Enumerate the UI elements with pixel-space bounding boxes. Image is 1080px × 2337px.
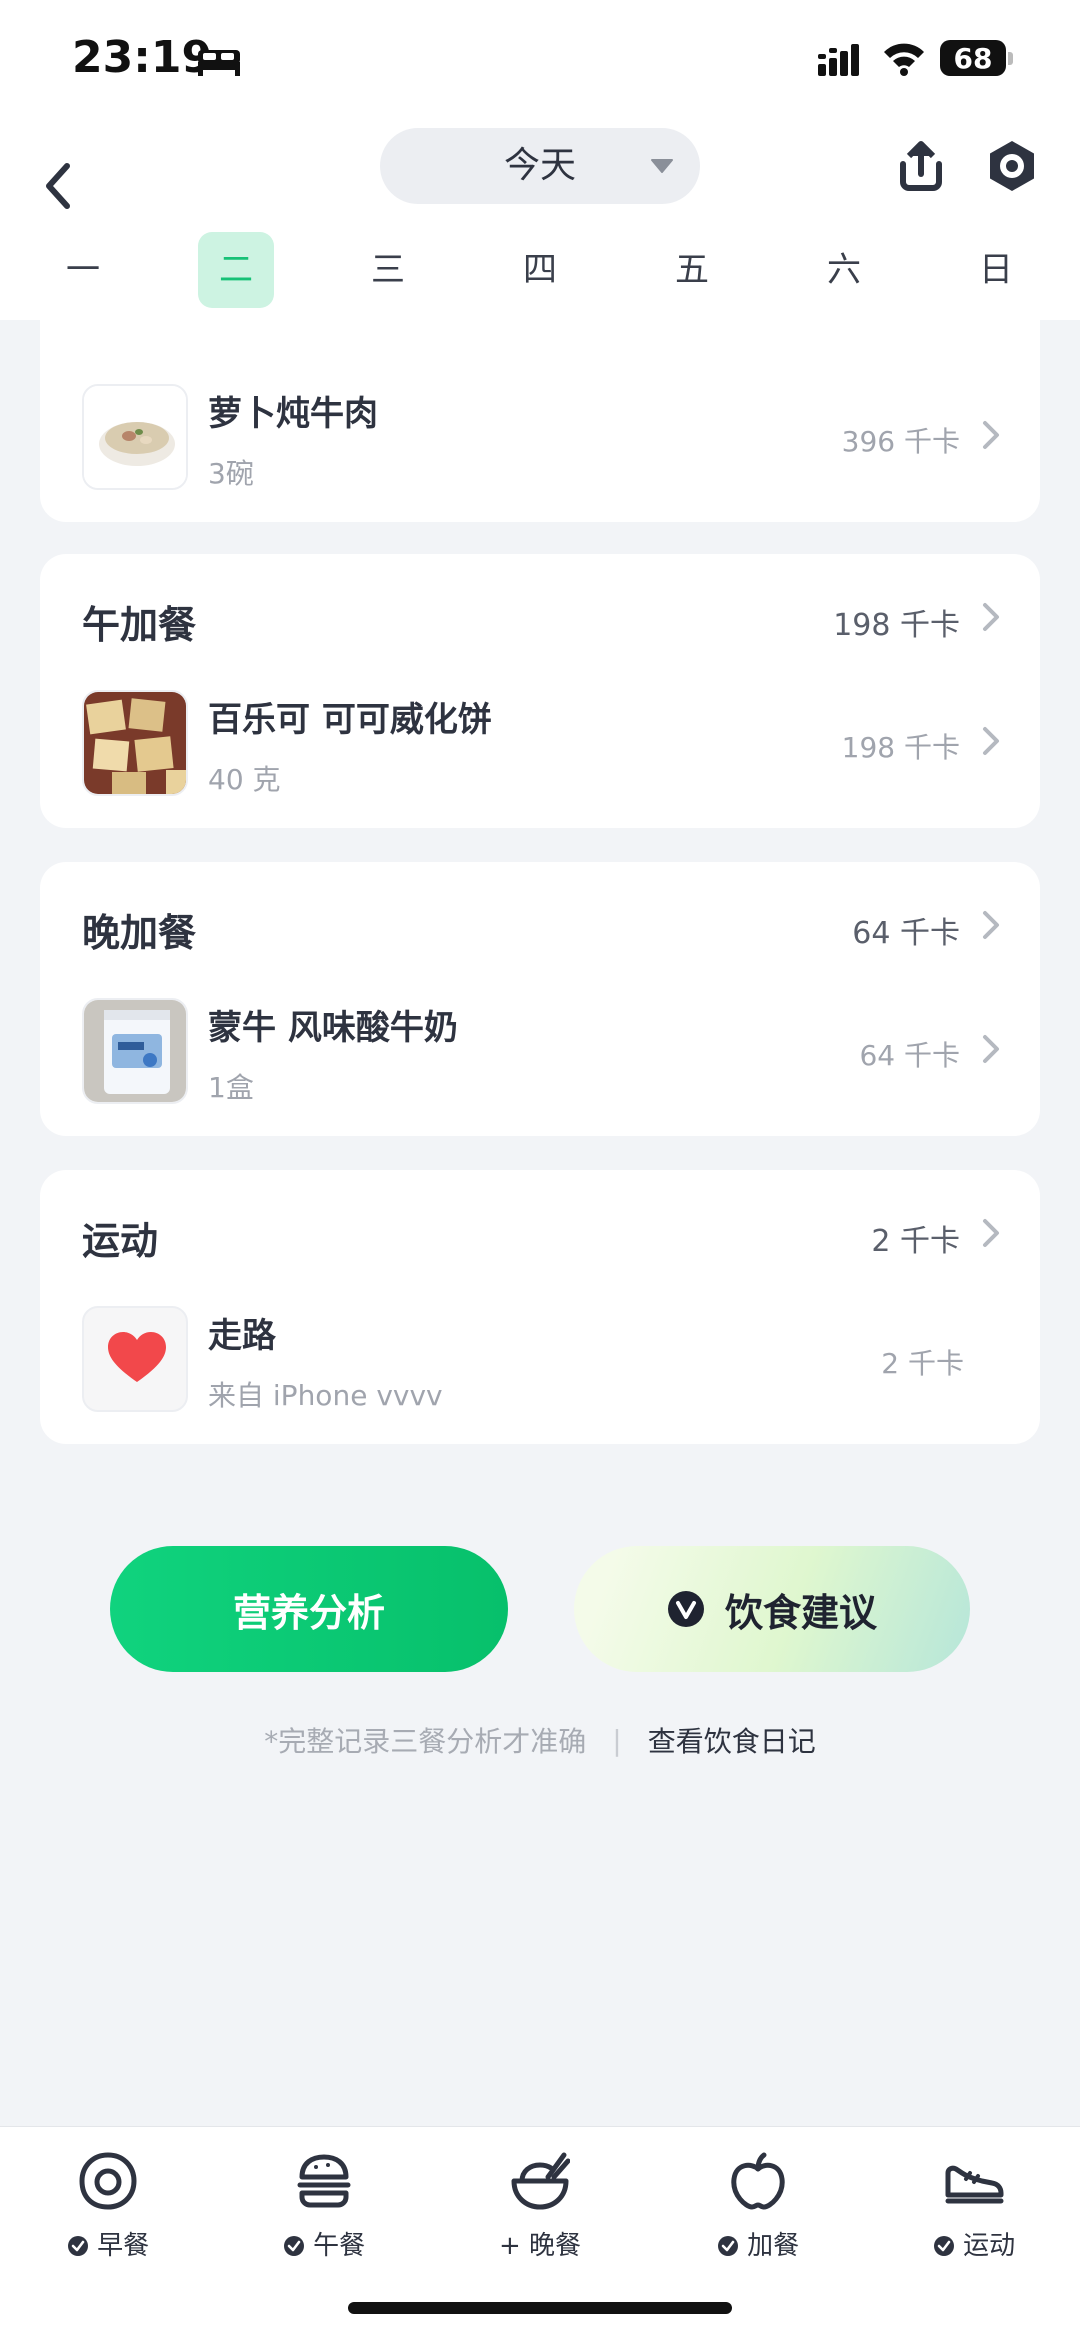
food-amount: 1盒 xyxy=(208,1071,254,1104)
hint-row: *完整记录三餐分析才准确 | 查看饮食日记 xyxy=(0,1718,1080,1762)
chevron-left-icon xyxy=(46,163,70,209)
tab-exercise[interactable]: 运动 xyxy=(874,2139,1074,2269)
weekday-sun[interactable]: 日 xyxy=(958,232,1034,308)
card-total-kcal[interactable]: 198 千卡 xyxy=(833,600,960,644)
date-selector[interactable]: 今天 xyxy=(380,128,700,204)
weekday-thu[interactable]: 四 xyxy=(502,232,578,308)
tab-breakfast[interactable]: 早餐 xyxy=(8,2139,208,2269)
status-time: 23:19 xyxy=(72,32,213,83)
nutrition-analysis-button[interactable]: 营养分析 xyxy=(110,1546,508,1672)
sleep-mode-icon xyxy=(198,50,240,76)
food-name: 蒙牛 风味酸牛奶 xyxy=(208,1008,458,1048)
food-thumbnail xyxy=(82,998,188,1104)
tab-label: 运动 xyxy=(874,2225,1074,2262)
food-thumbnail xyxy=(82,690,188,796)
apple-icon xyxy=(731,2152,785,2210)
evening-snack-card: 晚加餐 64 千卡 蒙牛 风味酸牛奶 1盒 64 千卡 xyxy=(40,862,1040,1136)
exercise-source: 来自 iPhone vvvv xyxy=(208,1379,443,1412)
chevron-right-icon xyxy=(983,727,999,755)
health-app-icon xyxy=(82,1306,188,1412)
add-prefix: + xyxy=(498,2231,521,2261)
weekday-sat[interactable]: 六 xyxy=(806,232,882,308)
chevron-right-icon[interactable] xyxy=(982,910,1000,940)
chevron-right-icon xyxy=(983,421,999,449)
check-circle-icon xyxy=(67,2236,88,2256)
food-kcal: 396 千卡 xyxy=(841,425,960,458)
cellular-signal-icon xyxy=(818,44,859,76)
exercise-name: 走路 xyxy=(208,1316,276,1356)
check-circle-icon xyxy=(283,2236,304,2256)
food-kcal: 198 千卡 xyxy=(841,731,960,764)
rice-bowl-icon xyxy=(511,2152,570,2210)
home-indicator[interactable] xyxy=(348,2302,732,2314)
diet-advice-button[interactable]: 饮食建议 xyxy=(574,1546,970,1672)
tab-label-text: 晚餐 xyxy=(529,2231,582,2261)
divider: | xyxy=(612,1723,622,1757)
nutrition-analysis-label: 营养分析 xyxy=(232,1590,385,1635)
food-thumbnail xyxy=(82,384,188,490)
food-name: 萝卜炖牛肉 xyxy=(208,394,378,434)
tab-label: 加餐 xyxy=(658,2225,858,2262)
diet-advice-label: 饮食建议 xyxy=(724,1590,877,1635)
weekday-mon[interactable]: 一 xyxy=(45,232,121,308)
exercise-card: 运动 2 千卡 走路 来自 iPhone vvvv 2 千卡 xyxy=(40,1170,1040,1444)
back-button[interactable] xyxy=(36,138,80,234)
view-diary-link[interactable]: 查看饮食日记 xyxy=(648,1720,816,1760)
caret-down-icon xyxy=(651,159,673,173)
card-title: 午加餐 xyxy=(82,603,197,647)
weekday-fri[interactable]: 五 xyxy=(654,232,730,308)
egg-icon xyxy=(79,2152,137,2210)
tab-label-text: 午餐 xyxy=(313,2231,366,2261)
heart-icon xyxy=(108,1332,166,1382)
card-title: 运动 xyxy=(82,1219,159,1263)
status-bar: 23:19 68 xyxy=(0,0,1080,120)
battery-indicator: 68 xyxy=(940,40,1006,76)
tab-label: + 晚餐 xyxy=(440,2225,640,2262)
meal-card-partial: 萝卜炖牛肉 3碗 396 千卡 xyxy=(40,320,1040,522)
food-name: 百乐可 可可威化饼 xyxy=(208,700,492,740)
weekday-wed[interactable]: 三 xyxy=(350,232,426,308)
tab-lunch[interactable]: 午餐 xyxy=(224,2139,424,2269)
check-circle-icon xyxy=(717,2236,738,2256)
chevron-right-icon xyxy=(983,1035,999,1063)
wifi-icon xyxy=(884,43,924,76)
food-amount: 40 克 xyxy=(208,763,281,796)
burger-icon xyxy=(297,2154,351,2208)
card-total-kcal[interactable]: 64 千卡 xyxy=(852,908,960,952)
chevron-right-icon[interactable] xyxy=(982,602,1000,632)
food-amount: 3碗 xyxy=(208,457,254,490)
chevron-right-icon[interactable] xyxy=(982,1218,1000,1248)
tab-label-text: 加餐 xyxy=(747,2231,800,2261)
tab-label-text: 早餐 xyxy=(97,2231,150,2261)
battery-cap xyxy=(1008,52,1013,65)
vip-badge-icon xyxy=(667,1591,704,1627)
tab-label: 午餐 xyxy=(224,2225,424,2262)
tab-label-text: 运动 xyxy=(963,2231,1016,2261)
check-circle-icon xyxy=(933,2236,954,2256)
tab-dinner[interactable]: + 晚餐 xyxy=(440,2139,640,2269)
afternoon-snack-card: 午加餐 198 千卡 百乐可 可可威化饼 40 克 198 千卡 xyxy=(40,554,1040,828)
analysis-hint: *完整记录三餐分析才准确 xyxy=(264,1725,587,1758)
tab-snack[interactable]: 加餐 xyxy=(658,2139,858,2269)
app-header: 今天 一 二 三 四 五 六 日 xyxy=(0,120,1080,320)
exercise-kcal: 2 千卡 xyxy=(881,1347,964,1380)
card-total-kcal[interactable]: 2 千卡 xyxy=(871,1216,960,1260)
tab-label: 早餐 xyxy=(8,2225,208,2262)
card-title: 晚加餐 xyxy=(82,911,197,955)
settings-hexagon-icon[interactable] xyxy=(984,138,1040,194)
share-icon[interactable] xyxy=(893,138,949,194)
sneaker-icon xyxy=(945,2165,1004,2204)
food-kcal: 64 千卡 xyxy=(859,1039,960,1072)
weekday-tue[interactable]: 二 xyxy=(198,232,274,308)
